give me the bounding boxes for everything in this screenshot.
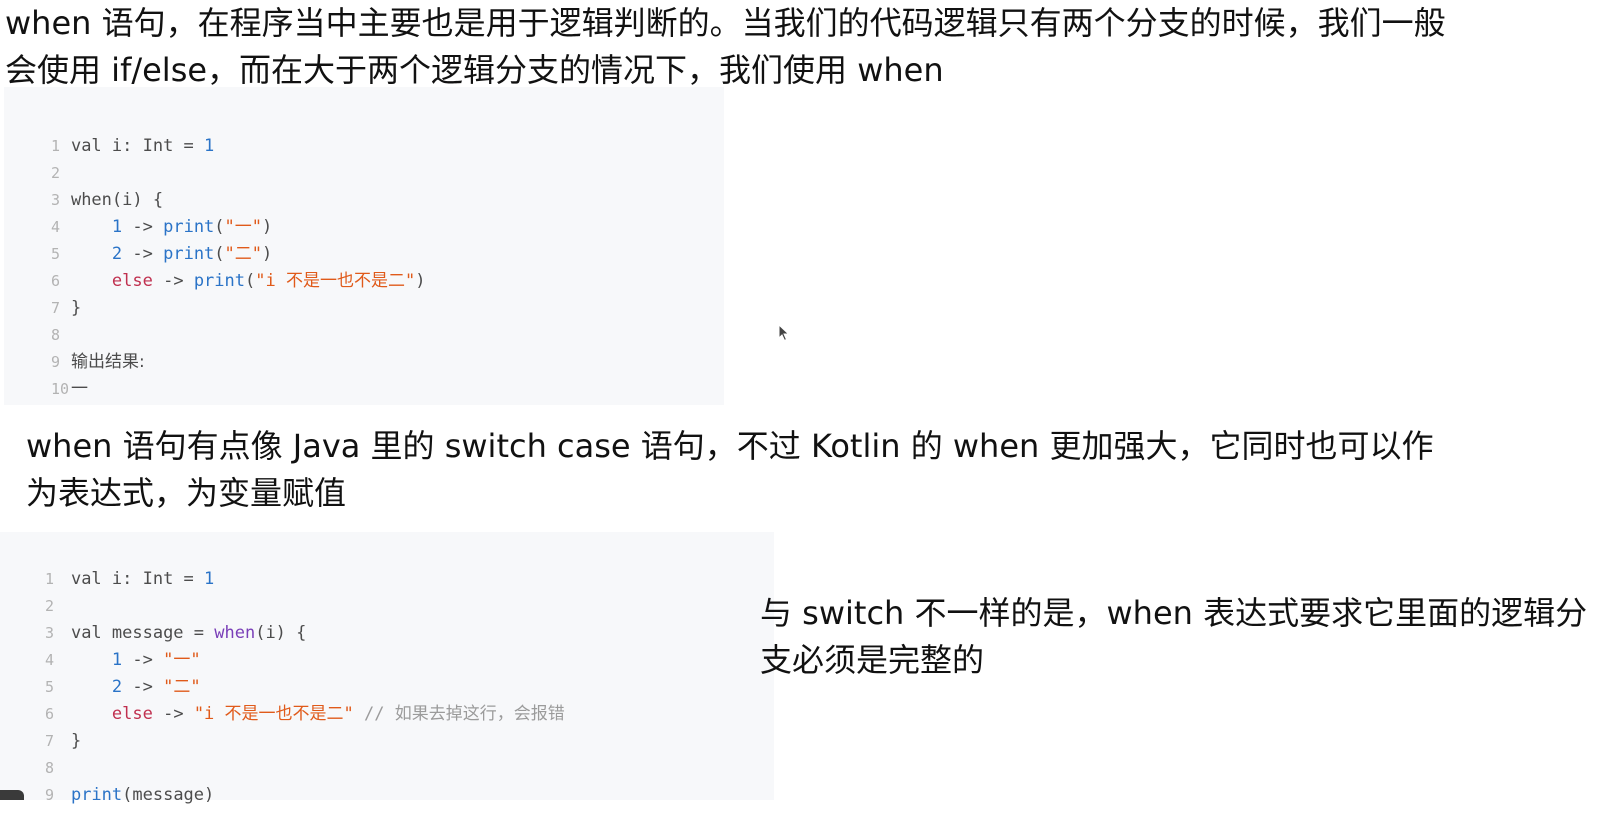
code-token: "i 不是一也不是二" [255, 271, 416, 291]
line-number: 9 [44, 786, 54, 804]
when-expression-paragraph: when 语句有点像 Java 里的 switch case 语句，不过 Kot… [26, 423, 1433, 517]
code-token: ( [245, 271, 256, 291]
code-token: val i: Int = [70, 569, 205, 589]
intro-line-1: when 语句，在程序当中主要也是用于逻辑判断的。当我们的代码逻辑只有两个分支的… [5, 4, 1446, 42]
code-block-when-expression: 1 val i: Int = 1 2 3 val message = when(i)… [0, 532, 774, 805]
code-block-when-statement: 1 val i: Int = 1 2 3 when(i) { 4 1 -> prin… [4, 87, 724, 405]
code-line: 7} [0, 699, 81, 751]
line-number: 10 [50, 380, 70, 398]
corner-tab[interactable] [0, 790, 24, 800]
code-token: else [111, 704, 153, 724]
code-line: 9 输出结果: [4, 320, 145, 372]
side-line-1: 与 switch 不一样的是，when 表达式要求它里面的逻辑分 [760, 594, 1588, 632]
code-line: 3 when(i) { [4, 158, 163, 210]
code-line: 8 [0, 726, 71, 777]
code-comment: // 如果去掉这行，会报错 [353, 704, 565, 724]
code-line: 9 print(message) [0, 753, 214, 805]
code-line: 6 else -> print("i 不是一也不是二") [4, 239, 426, 291]
intro-paragraph: when 语句，在程序当中主要也是用于逻辑判断的。当我们的代码逻辑只有两个分支的… [5, 0, 1446, 94]
side-line-2: 支必须是完整的 [760, 641, 985, 679]
code-line: 3 val message = when(i) { [0, 591, 306, 643]
code-token: } [70, 298, 82, 318]
code-token: } [70, 731, 82, 751]
code-line: 4 1 -> print("一") [4, 185, 272, 237]
code-token: -> [152, 271, 194, 291]
code-token: print [193, 271, 245, 291]
code-token: ) [415, 271, 426, 291]
code-line: 7} [4, 266, 81, 318]
code-line: 6 else -> "i 不是一也不是二" // 如果去掉这行，会报错 [0, 672, 565, 724]
code-line: 1 val i: Int = 1 [0, 537, 214, 589]
code-token: 一 [70, 379, 88, 399]
code-line: 8 [4, 293, 71, 344]
code-token: -> [152, 704, 194, 724]
code-line: 5 2 -> print("二") [4, 212, 272, 264]
exhaustive-note-paragraph: 与 switch 不一样的是，when 表达式要求它里面的逻辑分 支必须是完整的 [760, 590, 1587, 684]
code-token: when [214, 623, 256, 643]
code-token: print [70, 785, 123, 805]
code-token: else [111, 271, 153, 291]
code-line: 4 1 -> "一" [0, 618, 201, 670]
mid-line-1: when 语句有点像 Java 里的 switch case 语句，不过 Kot… [26, 427, 1434, 465]
code-line: 2 [0, 564, 71, 615]
mid-line-2: 为表达式，为变量赋值 [26, 474, 347, 512]
code-line: 1 val i: Int = 1 [4, 104, 214, 156]
code-line: 2 [4, 131, 71, 182]
code-token: (i) { [255, 623, 307, 643]
code-line: 10 一 [4, 347, 88, 399]
code-token: 1 [204, 569, 215, 589]
code-token: (message) [122, 785, 215, 805]
code-token: val i: Int = [70, 136, 205, 156]
mouse-pointer-icon [778, 324, 790, 342]
code-token: 1 [204, 136, 215, 156]
code-line: 5 2 -> "二" [0, 645, 201, 697]
code-token: "i 不是一也不是二" [193, 704, 354, 724]
